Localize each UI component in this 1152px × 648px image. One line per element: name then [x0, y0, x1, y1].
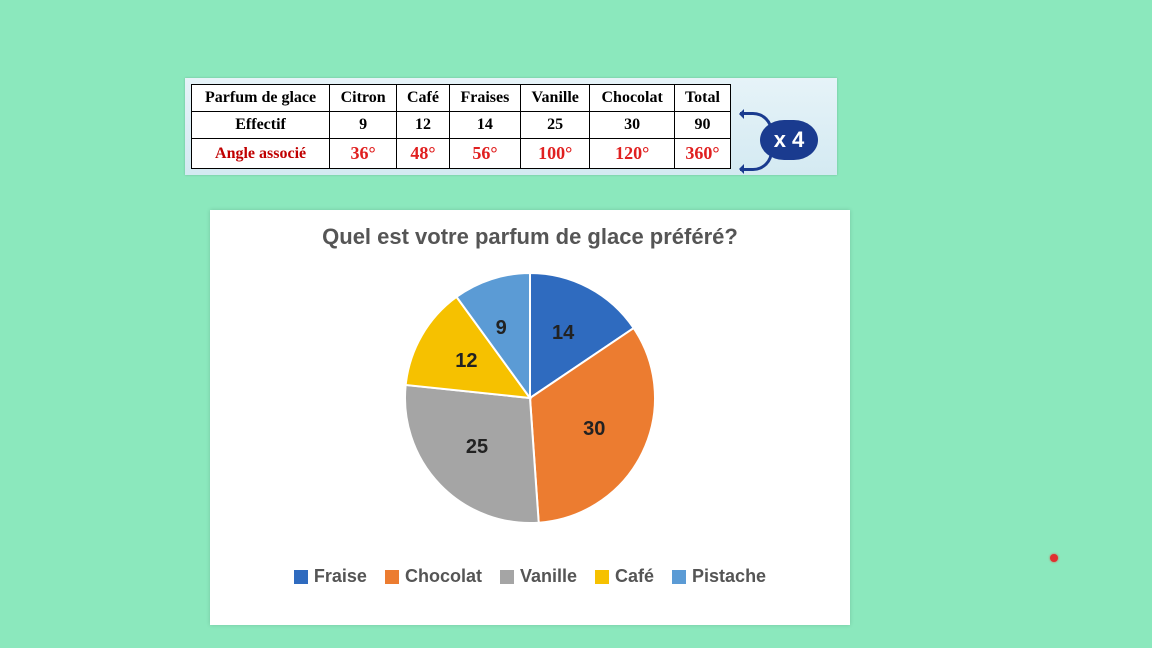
slice-label: 9 — [496, 317, 507, 340]
legend-label: Vanille — [520, 566, 577, 587]
legend-label: Chocolat — [405, 566, 482, 587]
col-chocolat: Chocolat — [590, 85, 674, 112]
slice-label: 25 — [466, 436, 488, 459]
pie-svg — [400, 268, 660, 528]
cell: 30 — [590, 112, 674, 139]
chart-title: Quel est votre parfum de glace préféré? — [210, 210, 850, 250]
cursor-dot-icon — [1050, 554, 1058, 562]
slice-label: 30 — [583, 418, 605, 441]
slice-label: 12 — [455, 350, 477, 373]
data-table: Parfum de glace Citron Café Fraises Vani… — [191, 84, 731, 169]
cell: 90 — [674, 112, 730, 139]
table-row-effectif: Effectif 9 12 14 25 30 90 — [192, 112, 731, 139]
row-label-effectif: Effectif — [192, 112, 330, 139]
col-cafe: Café — [397, 85, 450, 112]
col-fraises: Fraises — [449, 85, 520, 112]
legend-swatch-icon — [294, 570, 308, 584]
chart-legend: Fraise Chocolat Vanille Café Pistache — [210, 560, 850, 599]
cell: 360° — [674, 139, 730, 169]
legend-label: Café — [615, 566, 654, 587]
legend-label: Pistache — [692, 566, 766, 587]
cell: 25 — [520, 112, 589, 139]
cell: 14 — [449, 112, 520, 139]
legend-swatch-icon — [672, 570, 686, 584]
cell: 12 — [397, 112, 450, 139]
cell: 36° — [330, 139, 397, 169]
cell: 56° — [449, 139, 520, 169]
row-label-angle: Angle associé — [192, 139, 330, 169]
legend-item-chocolat: Chocolat — [385, 566, 482, 587]
multiplier-badge: x 4 — [760, 120, 818, 160]
legend-item-pistache: Pistache — [672, 566, 766, 587]
cell: 48° — [397, 139, 450, 169]
legend-label: Fraise — [314, 566, 367, 587]
legend-item-vanille: Vanille — [500, 566, 577, 587]
cell: 120° — [590, 139, 674, 169]
legend-swatch-icon — [385, 570, 399, 584]
legend-item-fraise: Fraise — [294, 566, 367, 587]
slice-label: 14 — [552, 322, 574, 345]
legend-swatch-icon — [595, 570, 609, 584]
col-total: Total — [674, 85, 730, 112]
col-flavor: Parfum de glace — [192, 85, 330, 112]
table-header-row: Parfum de glace Citron Café Fraises Vani… — [192, 85, 731, 112]
pie-chart: 14 30 25 12 9 — [210, 250, 850, 560]
cell: 100° — [520, 139, 589, 169]
col-vanille: Vanille — [520, 85, 589, 112]
legend-swatch-icon — [500, 570, 514, 584]
col-citron: Citron — [330, 85, 397, 112]
cell: 9 — [330, 112, 397, 139]
pie-chart-card: Quel est votre parfum de glace préféré? … — [210, 210, 850, 625]
legend-item-café: Café — [595, 566, 654, 587]
table-row-angle: Angle associé 36° 48° 56° 100° 120° 360° — [192, 139, 731, 169]
